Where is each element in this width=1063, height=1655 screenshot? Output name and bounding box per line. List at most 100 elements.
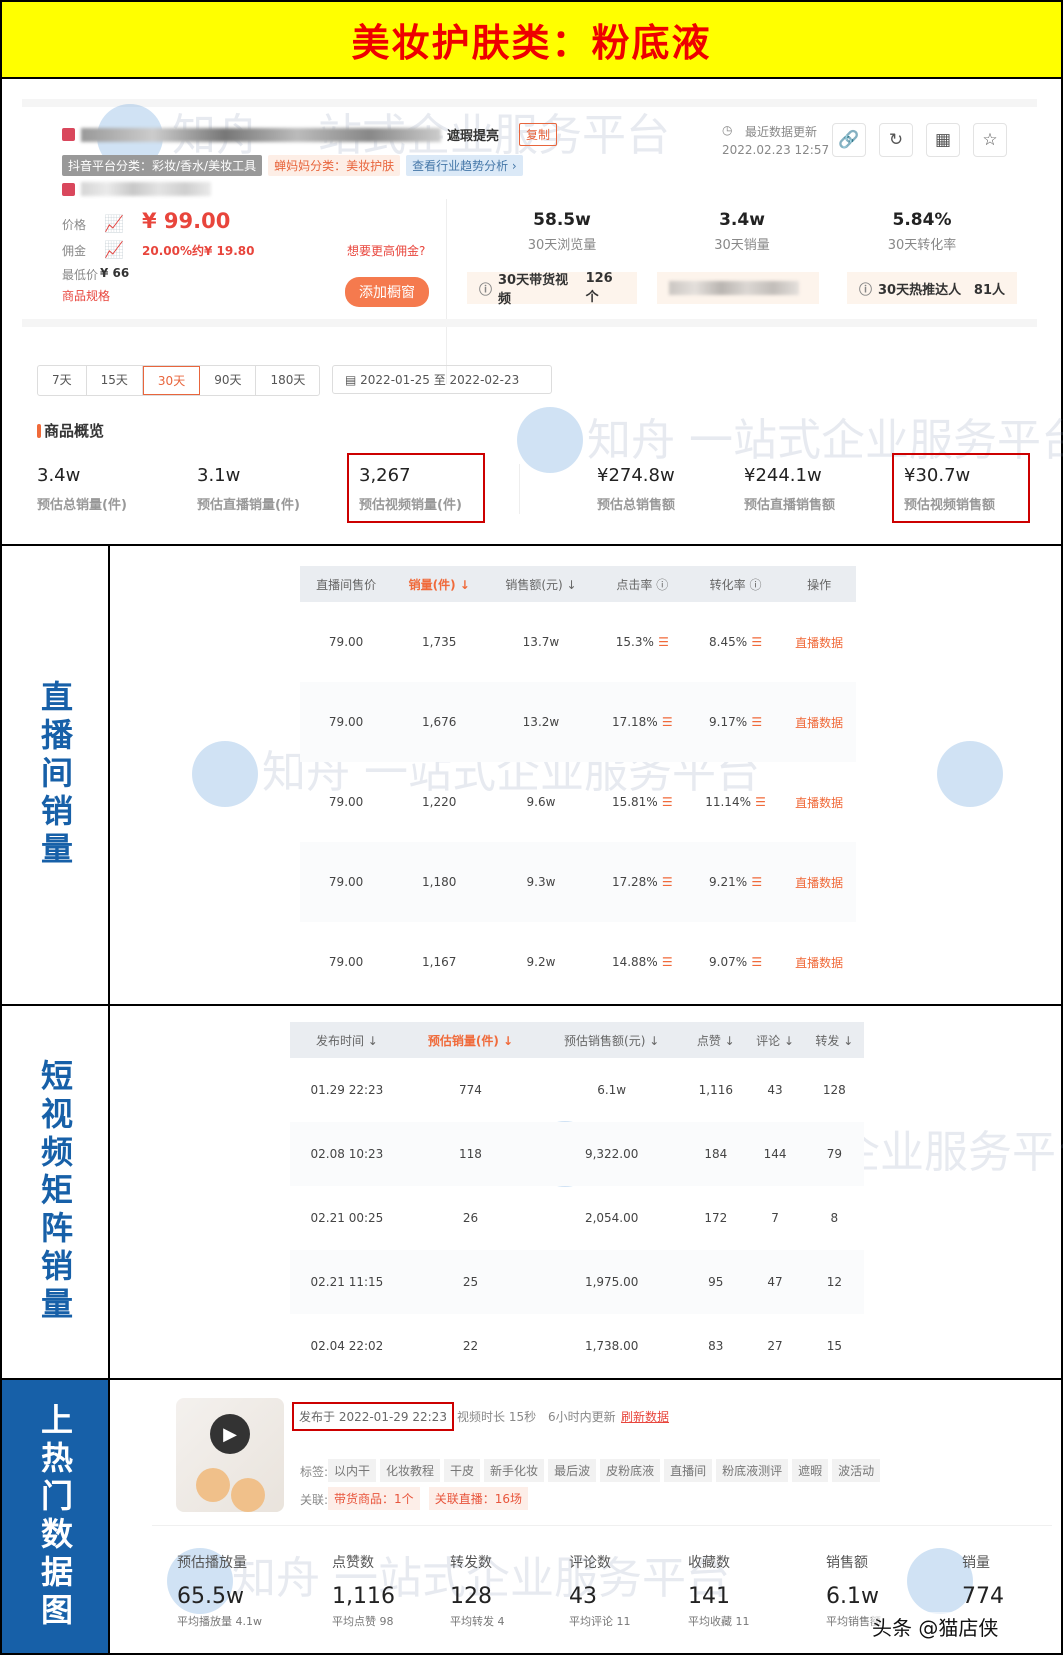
sales-cell: 1,676 [422, 715, 457, 729]
est-gmv-cell: 9,322.00 [584, 1147, 639, 1161]
trend-bars-icon[interactable]: ☰ [658, 715, 673, 729]
refresh-data-link[interactable]: 刷新数据 [621, 1408, 669, 1425]
related-lives-link[interactable]: 关联直播：16场 [428, 1487, 529, 1510]
tag-chip[interactable]: 波活动 [832, 1459, 881, 1482]
stat-average: 平均收藏 11 [688, 1615, 750, 1628]
table-row: 79.00 1,676 13.2w 17.18% ☰ 9.17% ☰ 直播数据 [300, 682, 856, 762]
kpi-videos[interactable]: ⓘ 30天带货视频 126个 [467, 271, 637, 307]
trend-bars-icon[interactable]: ☰ [747, 875, 762, 889]
shop-icon [62, 182, 75, 196]
gmv-cell: 13.7w [522, 635, 560, 649]
tag-chip[interactable]: 以内干 [328, 1459, 377, 1482]
shares-cell: 12 [826, 1275, 842, 1289]
star-icon[interactable]: ☆ [973, 123, 1007, 157]
range-tabs: 7天 15天 30天 90天 180天 [37, 365, 321, 396]
ctr-cell: 15.81% ☰ [611, 795, 673, 809]
col-comments[interactable]: 评论 ↓ [745, 1022, 805, 1058]
tag-chip[interactable]: 化妆教程 [380, 1459, 441, 1482]
comments-cell: 144 [763, 1147, 787, 1161]
tag-chip[interactable]: 遮暇 [792, 1459, 829, 1482]
tab-15d[interactable]: 15天 [87, 366, 143, 395]
tag-chip[interactable]: 粉底液测评 [716, 1459, 789, 1482]
trend-bars-icon[interactable]: ☰ [658, 795, 673, 809]
qrcode-icon[interactable]: ▦ [926, 123, 960, 157]
tag-chip[interactable]: 直播间 [664, 1459, 713, 1482]
live-data-link[interactable]: 直播数据 [782, 842, 856, 922]
col-action: 操作 [782, 566, 856, 602]
industry-trend-link[interactable]: 查看行业趋势分析 › [406, 155, 523, 176]
relations-label: 关联: [300, 1493, 329, 1507]
price-trend-icon[interactable]: 📈 [104, 214, 124, 233]
live-data-link[interactable]: 直播数据 [782, 762, 856, 842]
trend-bars-icon[interactable]: ☰ [654, 635, 669, 649]
table-row[interactable]: 02.21 11:15 25 1,975.00 95 47 12 [290, 1250, 864, 1314]
cvr-cell: 9.17% ☰ [709, 715, 763, 729]
live-data-link[interactable]: 直播数据 [782, 682, 856, 762]
clock-icon: ◷ [722, 123, 733, 137]
play-icon[interactable]: ▶ [210, 1414, 250, 1454]
table-row[interactable]: 02.04 22:02 22 1,738.00 83 27 15 [290, 1314, 864, 1378]
table-row[interactable]: 01.29 22:23 774 6.1w 1,116 43 128 [290, 1058, 864, 1122]
tab-30d[interactable]: 30天 [142, 366, 201, 395]
cvr-cell: 9.21% ☰ [709, 875, 763, 889]
col-est-gmv[interactable]: 预估销售额(元) ↓ [537, 1022, 687, 1058]
stat-value: 774 [962, 1584, 1004, 1609]
tab-90d[interactable]: 90天 [200, 366, 257, 395]
likes-cell: 95 [708, 1275, 724, 1289]
col-publish-time[interactable]: 发布时间 ↓ [290, 1022, 404, 1058]
copy-button[interactable]: 复制 [519, 123, 558, 146]
higher-commission-link[interactable]: 想要更高佣金? [347, 242, 425, 259]
stat-value: 128 [450, 1584, 492, 1609]
tag-chip[interactable]: 干皮 [444, 1459, 481, 1482]
trend-bars-icon[interactable]: ☰ [658, 875, 673, 889]
stat-label: 预估播放量 [177, 1555, 247, 1571]
sales-cell: 1,180 [422, 875, 457, 889]
kpi-influencers[interactable]: ⓘ 30天热推达人 81人 [847, 272, 1017, 304]
sales-cell: 1,220 [422, 795, 457, 809]
table-row: 79.00 1,220 9.6w 15.81% ☰ 11.14% ☰ 直播数据 [300, 762, 856, 842]
commission-trend-icon[interactable]: 📈 [104, 240, 124, 259]
link-icon[interactable]: 🔗 [832, 123, 866, 157]
col-likes[interactable]: 点赞 ↓ [686, 1022, 746, 1058]
date-range-picker[interactable]: ▤ 2022-01-25 至 2022-02-23 [332, 365, 552, 394]
live-data-link[interactable]: 直播数据 [782, 922, 856, 1002]
video-thumbnail[interactable]: ▶ [176, 1398, 284, 1512]
trend-bars-icon[interactable]: ☰ [751, 795, 766, 809]
comments-cell: 43 [767, 1083, 783, 1097]
table-row[interactable]: 02.08 10:23 118 9,322.00 184 144 79 [290, 1122, 864, 1186]
live-sales-label: 直播间销量 [2, 546, 110, 1004]
tab-7d[interactable]: 7天 [38, 366, 87, 395]
related-products-link[interactable]: 带货商品：1个 [328, 1487, 420, 1510]
update-frequency: 6小时内更新 [548, 1410, 616, 1424]
trend-bars-icon[interactable]: ☰ [747, 955, 762, 969]
refresh-icon[interactable]: ↻ [879, 123, 913, 157]
col-sales-sort[interactable]: 销量(件) ↓ [392, 566, 487, 602]
est-sales-cell: 22 [462, 1339, 479, 1353]
col-price: 直播间售价 [300, 566, 393, 602]
product-spec-link[interactable]: 商品规格 [62, 287, 110, 304]
col-shares[interactable]: 转发 ↓ [804, 1022, 864, 1058]
overview-video-gmv: ¥30.7w 预估视频销售额 [892, 453, 1030, 523]
stat-conversion: 5.84% 30天转化率 [887, 210, 957, 253]
tag-chip[interactable]: 最后波 [548, 1459, 597, 1482]
stat-average: 平均播放量 4.1w [177, 1615, 262, 1628]
price-label: 价格 [62, 218, 87, 232]
trend-bars-icon[interactable]: ☰ [747, 635, 762, 649]
likes-cell: 1,116 [698, 1083, 733, 1097]
tab-180d[interactable]: 180天 [256, 366, 319, 395]
hot-stat: 预估播放量 65.5w 平均播放量 4.1w [177, 1552, 262, 1629]
col-gmv-sort[interactable]: 销售额(元) ↓ [486, 566, 596, 602]
col-est-sales[interactable]: 预估销量(件) ↓ [403, 1022, 538, 1058]
comments-cell: 47 [767, 1275, 783, 1289]
trend-bars-icon[interactable]: ☰ [747, 715, 762, 729]
add-to-window-button[interactable]: 添加橱窗 [345, 277, 429, 307]
shares-cell: 8 [830, 1211, 839, 1225]
live-data-link[interactable]: 直播数据 [782, 602, 856, 682]
table-row[interactable]: 02.21 00:25 26 2,054.00 172 7 8 [290, 1186, 864, 1250]
tag-chip[interactable]: 皮粉底液 [600, 1459, 661, 1482]
tag-chip[interactable]: 新手化妆 [484, 1459, 545, 1482]
author-credit: 头条 @猫店侠 [872, 1612, 999, 1641]
publish-time-cell: 02.08 10:23 [310, 1147, 384, 1161]
product-header-section: 知舟 一站式企业服务平台 遮瑕提亮 复制 抖音平台分类：彩妆/香水/美妆工具 蝉… [0, 79, 1063, 546]
trend-bars-icon[interactable]: ☰ [658, 955, 673, 969]
